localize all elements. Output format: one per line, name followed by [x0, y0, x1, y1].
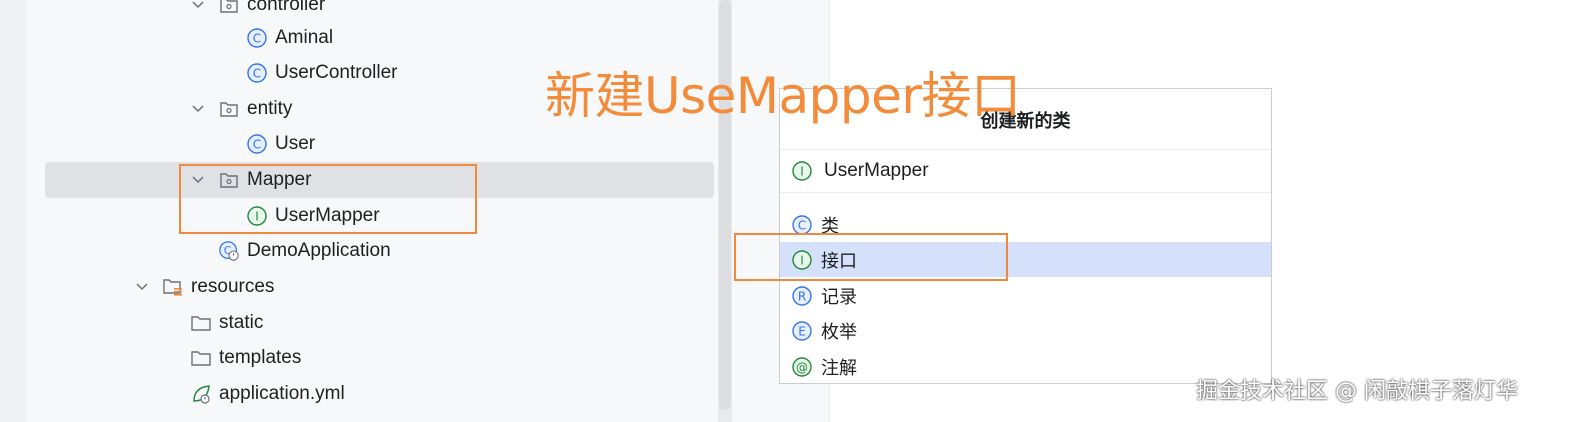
highlight-box-mapper — [179, 164, 477, 234]
class-icon: C — [246, 133, 268, 155]
class-name-input[interactable]: I UserMapper — [780, 149, 1271, 193]
tree-row-usercontroller[interactable]: C UserController — [246, 55, 397, 91]
svg-text:C: C — [253, 32, 261, 46]
record-icon: R — [791, 285, 813, 307]
chevron-down-icon[interactable] — [190, 101, 206, 117]
folder-icon — [190, 347, 212, 369]
svg-text:C: C — [253, 138, 261, 152]
tree-item-label: templates — [219, 347, 302, 368]
tree-item-label: Aminal — [275, 27, 334, 48]
enum-icon: E — [791, 320, 813, 342]
svg-text:C: C — [253, 67, 261, 81]
option-label: 枚举 — [821, 321, 857, 343]
tree-row-static[interactable]: static — [190, 305, 263, 341]
tree-row-resources[interactable]: resources — [134, 269, 274, 305]
interface-icon: I — [791, 160, 813, 182]
tree-item-label: application.yml — [219, 383, 345, 404]
spring-config-icon — [190, 383, 212, 405]
option-record[interactable]: R 记录 — [780, 278, 1271, 313]
class-icon: C — [246, 62, 268, 84]
tree-item-label: static — [219, 312, 264, 333]
option-label: 注解 — [821, 357, 857, 379]
highlight-box-interface-option — [734, 233, 1008, 281]
tree-item-label: DemoApplication — [247, 240, 391, 261]
svg-text:@: @ — [796, 360, 808, 374]
svg-text:R: R — [798, 289, 806, 303]
option-label: 记录 — [821, 286, 857, 308]
tree-row-entity[interactable]: entity — [190, 91, 292, 127]
resources-folder-icon — [162, 276, 184, 298]
class-icon: C — [246, 27, 268, 49]
annotation-title: 新建UseMapper接口 — [545, 67, 1021, 125]
folder-icon — [190, 312, 212, 334]
svg-text:E: E — [798, 324, 806, 338]
annotation-icon: @ — [791, 356, 813, 378]
tree-item-label: UserController — [275, 62, 398, 83]
tree-row-templates[interactable]: templates — [190, 340, 301, 376]
tree-row-demoapplication[interactable]: C DemoApplication — [218, 233, 391, 269]
svg-text:C: C — [798, 218, 806, 232]
tree-item-label: controller — [247, 0, 326, 15]
tree-row-user[interactable]: C User — [246, 126, 315, 162]
svg-text:I: I — [800, 165, 804, 179]
tree-item-label: User — [275, 133, 316, 154]
tree-item-label: entity — [247, 98, 293, 119]
watermark: 掘金技术社区 @ 闲敲棋子落灯华 — [1196, 379, 1518, 404]
package-folder-icon — [218, 98, 240, 120]
package-folder-icon — [218, 0, 240, 16]
option-enum[interactable]: E 枚举 — [780, 313, 1271, 348]
tool-window-strip — [0, 0, 26, 422]
spring-boot-class-icon: C — [218, 240, 240, 262]
tree-item-label: resources — [191, 276, 275, 297]
tree-row-application-yml[interactable]: application.yml — [190, 376, 345, 412]
tree-row-aminal[interactable]: C Aminal — [246, 20, 333, 56]
chevron-down-icon[interactable] — [134, 279, 150, 295]
chevron-down-icon[interactable] — [190, 0, 206, 13]
class-name-value[interactable]: UserMapper — [824, 160, 929, 182]
